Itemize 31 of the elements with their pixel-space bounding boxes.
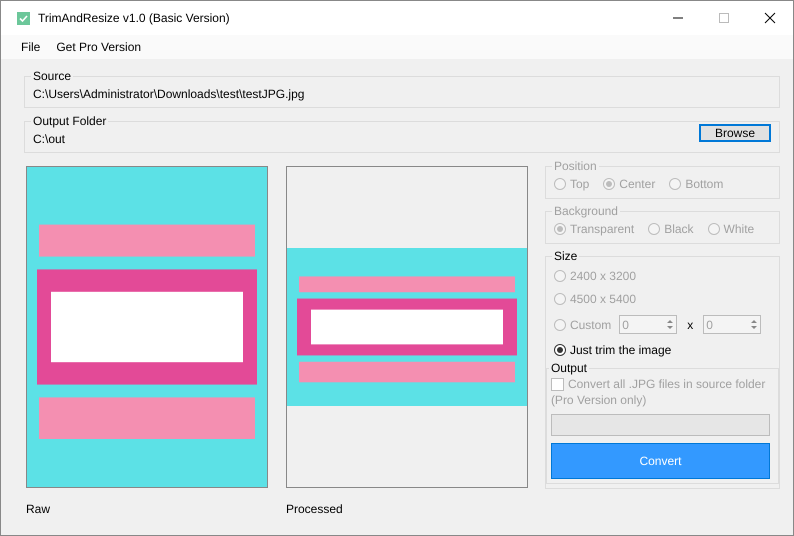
menu-item[interactable]: Get Pro Version xyxy=(48,38,150,56)
radio-label: White xyxy=(724,222,754,236)
menu-item[interactable]: File xyxy=(13,38,48,56)
preview-caption: Processed xyxy=(286,502,344,516)
window-title: TrimAndResize v1.0 (Basic Version) xyxy=(38,11,231,25)
browse-button[interactable]: Browse xyxy=(699,124,771,142)
radio-label: 4500 x 5400 xyxy=(570,292,636,306)
folder-path: C:\out xyxy=(33,131,66,148)
note-text: (Pro Version only) xyxy=(550,393,648,407)
file-path: C:\Users\Administrator\Downloads\test\testJPG.jpg xyxy=(33,86,306,103)
group-label: Output Folder xyxy=(32,114,108,128)
checkmark-icon xyxy=(17,12,30,24)
radio-label: Just trim the image xyxy=(570,343,672,357)
checkbox-label: Convert all .JPG files in source folder xyxy=(568,377,766,391)
radio-label: Center xyxy=(619,177,656,191)
group-label: Source xyxy=(32,69,72,83)
group-label: Output xyxy=(550,361,588,375)
maximize-icon[interactable] xyxy=(718,12,730,24)
times-sign: x xyxy=(687,318,694,332)
radio-label: Black xyxy=(664,222,694,236)
radio-label: Bottom xyxy=(685,177,724,191)
radio-label: Top xyxy=(570,177,590,191)
radio-label: Transparent xyxy=(570,222,634,236)
radio-label: Custom xyxy=(570,318,612,332)
group-label: Background xyxy=(552,204,619,218)
close-icon[interactable] xyxy=(764,12,776,24)
group-label: Position xyxy=(552,159,598,173)
group-label: Size xyxy=(552,249,578,263)
preview-caption: Raw xyxy=(26,502,52,516)
radio-button[interactable] xyxy=(554,344,566,356)
radio-label: 2400 x 3200 xyxy=(570,269,636,283)
